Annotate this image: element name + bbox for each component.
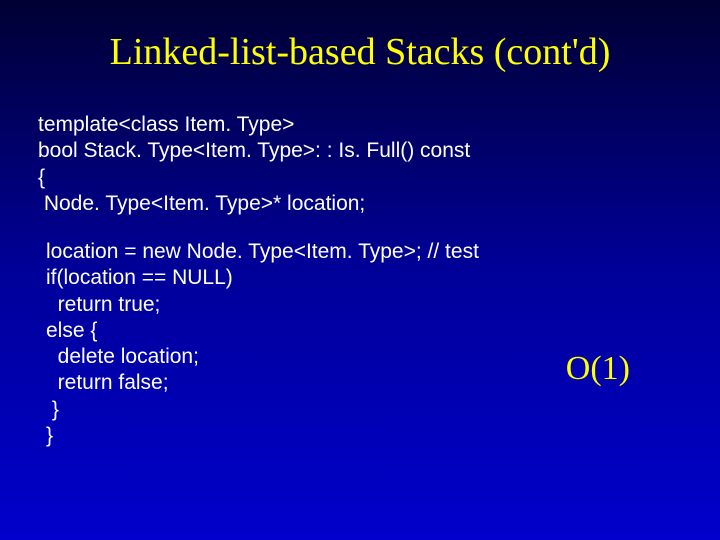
code-line: else { [46, 319, 97, 342]
code-line: Node. Type<Item. Type>* location; [38, 192, 365, 215]
code-line: return true; [46, 293, 160, 316]
code-line: } [46, 424, 53, 447]
code-line: { [38, 166, 45, 189]
code-block-2: location = new Node. Type<Item. Type>; /… [0, 217, 720, 449]
code-line: bool Stack. Type<Item. Type>: : Is. Full… [38, 139, 470, 162]
code-line: } [46, 398, 59, 421]
complexity-label: O(1) [566, 350, 630, 388]
code-line: location = new Node. Type<Item. Type>; /… [46, 240, 479, 263]
code-line: if(location == NULL) [46, 266, 233, 289]
code-line: delete location; [46, 345, 199, 368]
code-line: template<class Item. Type> [38, 113, 294, 136]
slide-title: Linked-list-based Stacks (cont'd) [0, 0, 720, 94]
code-block-1: template<class Item. Type> bool Stack. T… [0, 94, 720, 217]
code-line: return false; [46, 371, 169, 394]
